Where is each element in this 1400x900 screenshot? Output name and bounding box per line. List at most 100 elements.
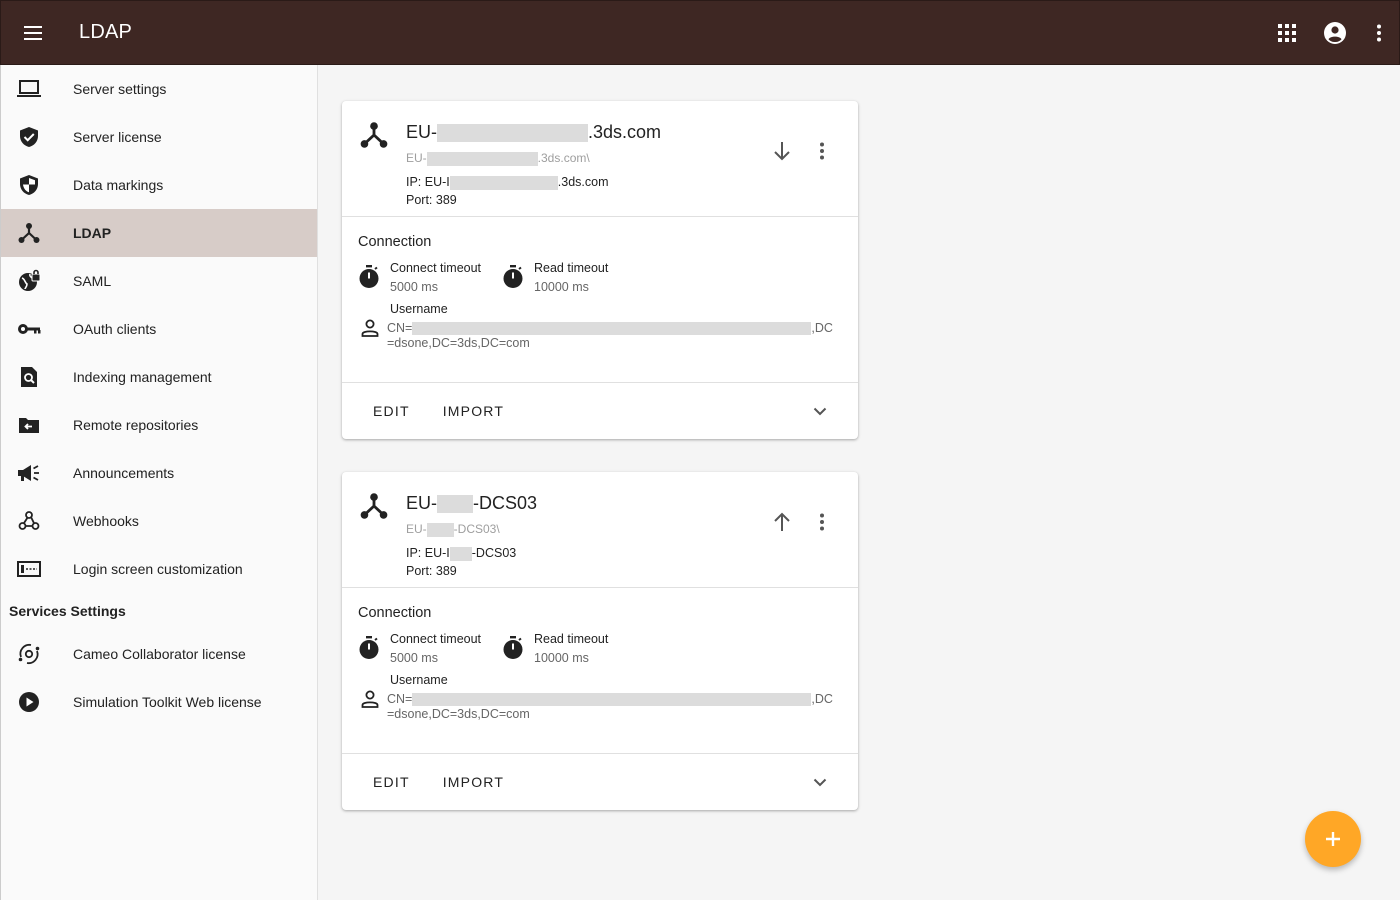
timer-icon (502, 632, 534, 665)
move-down-button[interactable] (762, 131, 802, 171)
arrow-up-icon (774, 512, 790, 531)
server-ip: IP: EU-I .3ds.com (406, 175, 609, 190)
add-server-button[interactable] (1305, 811, 1361, 867)
read-timeout: Read timeout 10000 ms (502, 261, 608, 294)
timer-icon (502, 261, 534, 294)
network-hub-icon (1, 222, 57, 244)
connect-timeout-value: 5000 ms (390, 651, 438, 665)
orbit-icon (1, 642, 57, 666)
server-domain: EU- -DCS03\ (406, 522, 500, 537)
sidebar-item-simulation-toolkit-web-license[interactable]: Simulation Toolkit Web license (1, 678, 317, 726)
connect-timeout: Connect timeout 5000 ms (358, 261, 481, 294)
shield-half-icon (1, 174, 57, 196)
card-connection-section: Connection Connect timeout 5000 ms Read … (342, 217, 858, 383)
expand-button[interactable] (800, 391, 840, 431)
verified-shield-icon (1, 126, 57, 148)
expand-button[interactable] (800, 762, 840, 802)
move-up-button[interactable] (762, 502, 802, 542)
card-actions: EDIT IMPORT (342, 383, 858, 439)
web-asset-icon (1, 560, 57, 578)
sidebar-item-label: Indexing management (73, 369, 212, 385)
public-lock-icon (1, 269, 57, 293)
username-label: Username (390, 673, 448, 687)
server-domain: EU- .3ds.com\ (406, 151, 590, 166)
card-connection-section: Connection Connect timeout 5000 ms Read … (342, 588, 858, 754)
sidebar-item-server-license[interactable]: Server license (1, 113, 317, 161)
card-header: EU- .3ds.com EU- .3ds.com\ IP: EU-I .3ds.co… (342, 101, 858, 217)
sidebar-item-label: Server license (73, 129, 162, 145)
menu-icon[interactable] (1, 1, 65, 65)
apps-grid-icon[interactable] (1263, 9, 1311, 57)
more-vert-icon (820, 142, 824, 160)
username-value: CN= ,DC=dsone,DC=3ds,DC=com (387, 692, 833, 721)
sidebar-item-label: Server settings (73, 81, 167, 97)
sidebar-item-label: Data markings (73, 177, 164, 193)
connect-timeout: Connect timeout 5000 ms (358, 632, 481, 665)
chevron-down-icon (813, 778, 827, 786)
more-vert-icon[interactable] (1359, 9, 1399, 57)
server-port: Port: 389 (406, 193, 457, 207)
sidebar-item-server-settings[interactable]: Server settings (1, 65, 317, 113)
arrow-down-icon (774, 142, 790, 161)
drive-folder-icon (1, 416, 57, 434)
sidebar-item-webhooks[interactable]: Webhooks (1, 497, 317, 545)
edit-button[interactable]: EDIT (365, 774, 418, 790)
server-port: Port: 389 (406, 564, 457, 578)
find-in-page-icon (1, 366, 57, 388)
import-button[interactable]: IMPORT (435, 403, 512, 419)
read-timeout-value: 10000 ms (534, 280, 589, 294)
edit-button[interactable]: EDIT (365, 403, 418, 419)
import-button[interactable]: IMPORT (435, 774, 512, 790)
username-value: CN= ,DC=dsone,DC=3ds,DC=com (387, 321, 833, 350)
sidebar-item-announcements[interactable]: Announcements (1, 449, 317, 497)
read-timeout: Read timeout 10000 ms (502, 632, 608, 665)
sidebar-item-login-screen-customization[interactable]: Login screen customization (1, 545, 317, 593)
redacted-block (437, 124, 588, 143)
redacted-block (449, 175, 558, 190)
connect-timeout-label: Connect timeout (390, 261, 482, 275)
sidebar-item-data-markings[interactable]: Data markings (1, 161, 317, 209)
person-icon (360, 689, 380, 714)
card-header: EU- -DCS03 EU- -DCS03\ IP: EU-I -DCS03 Port… (342, 472, 858, 588)
sidebar-item-label: SAML (73, 273, 112, 289)
person-icon (360, 318, 380, 343)
sidebar-item-cameo-collaborator-license[interactable]: Cameo Collaborator license (1, 630, 317, 678)
redacted-block (412, 693, 812, 707)
redacted-block (412, 322, 812, 336)
network-hub-icon (360, 492, 388, 525)
connection-label: Connection (358, 605, 432, 621)
ldap-server-card: EU- -DCS03 EU- -DCS03\ IP: EU-I -DCS03 Port… (342, 472, 858, 810)
server-ip: IP: EU-I -DCS03 (406, 546, 517, 561)
sidebar: Server settings Server license Data mark… (0, 65, 318, 900)
sidebar-item-label: Simulation Toolkit Web license (73, 694, 262, 710)
server-name: EU- .3ds.com (406, 122, 662, 143)
add-icon (1326, 832, 1340, 846)
network-hub-icon (360, 121, 388, 154)
read-timeout-label: Read timeout (534, 632, 609, 646)
redacted-block (426, 151, 538, 166)
sidebar-item-label: LDAP (73, 225, 112, 241)
sidebar-item-remote-repositories[interactable]: Remote repositories (1, 401, 317, 449)
connect-timeout-value: 5000 ms (390, 280, 438, 294)
sidebar-item-indexing-management[interactable]: Indexing management (1, 353, 317, 401)
play-circle-icon (1, 691, 57, 713)
laptop-icon (1, 79, 57, 99)
account-circle-icon[interactable] (1311, 9, 1359, 57)
card-actions: EDIT IMPORT (342, 754, 858, 810)
sidebar-item-ldap[interactable]: LDAP (1, 209, 317, 257)
redacted-block (449, 546, 472, 561)
card-more-button[interactable] (802, 131, 842, 171)
chevron-down-icon (813, 407, 827, 415)
app-bar: LDAP (0, 0, 1400, 65)
card-more-button[interactable] (802, 502, 842, 542)
ldap-server-card: EU- .3ds.com EU- .3ds.com\ IP: EU-I .3ds.co… (342, 101, 858, 439)
read-timeout-label: Read timeout (534, 261, 609, 275)
sidebar-item-label: Cameo Collaborator license (73, 646, 246, 662)
sidebar-item-label: OAuth clients (73, 321, 157, 337)
campaign-icon (1, 463, 57, 483)
sidebar-item-label: Webhooks (73, 513, 139, 529)
redacted-block (426, 522, 454, 537)
sidebar-item-oauth-clients[interactable]: OAuth clients (1, 305, 317, 353)
sidebar-item-saml[interactable]: SAML (1, 257, 317, 305)
services-settings-header: Services Settings (9, 603, 126, 619)
